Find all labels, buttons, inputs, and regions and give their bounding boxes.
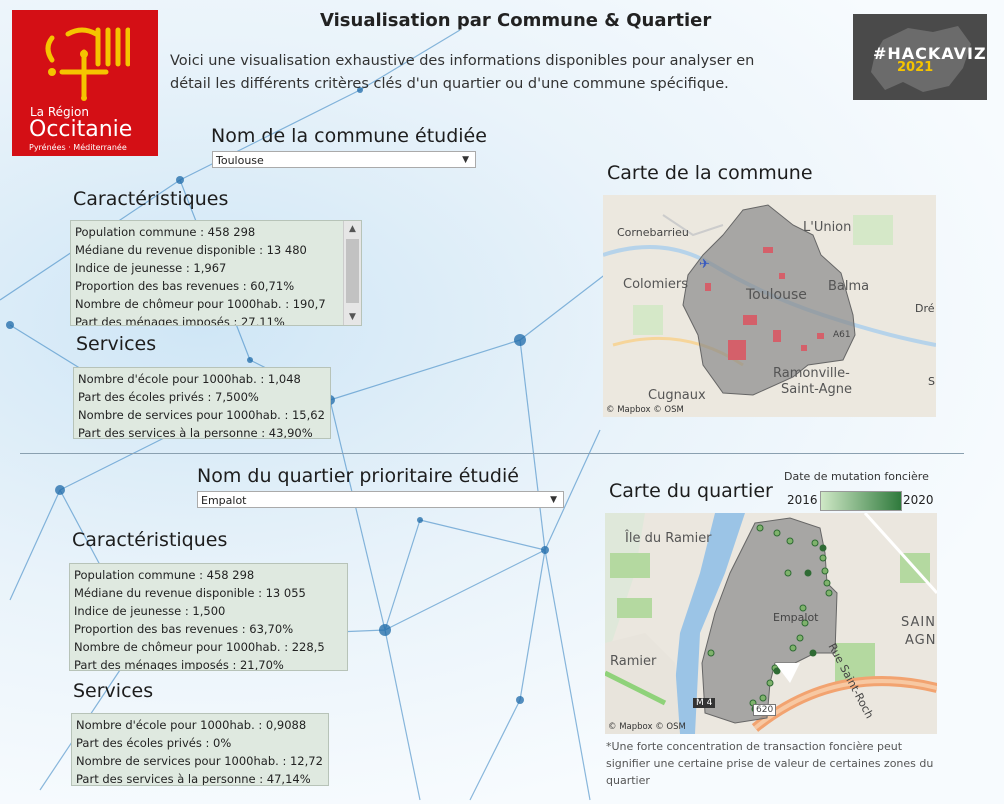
footnote: *Une forte concentration de transaction …	[606, 740, 934, 787]
region-logo-text-2: Occitanie	[29, 117, 133, 142]
map-label: S	[928, 375, 935, 388]
map-credit: © Mapbox © OSM	[606, 405, 684, 415]
map-label: A61	[833, 330, 851, 340]
map-label: AGN	[905, 633, 937, 648]
list-item: Population commune : 458 298	[74, 568, 255, 582]
list-item: Part des écoles privés : 7,500%	[78, 390, 259, 404]
map-label: Ramonville-	[773, 366, 850, 381]
airport-icon: ✈	[699, 257, 710, 272]
map-label: Empalot	[773, 611, 819, 624]
map-credit: © Mapbox © OSM	[608, 722, 686, 732]
list-item: Nombre de services pour 1000hab. : 15,62	[78, 408, 325, 422]
scroll-down-icon[interactable]: ▼	[344, 309, 361, 325]
list-item: Part des écoles privés : 0%	[76, 736, 232, 750]
map-label: Cornebarrieu	[617, 226, 689, 239]
map-label: Cugnaux	[648, 388, 706, 403]
quartier-caracteristiques-title: Caractéristiques	[72, 529, 228, 551]
page-title: Visualisation par Commune & Quartier	[320, 10, 712, 31]
quartier-caracteristiques-box: Population commune : 458 298 Médiane du …	[69, 563, 348, 671]
hackaviz-logo: #HACKAVIZ 2021	[853, 14, 987, 100]
quartier-services-box: Nombre d'école pour 1000hab. : 0,9088 Pa…	[71, 713, 329, 786]
scrollbar[interactable]: ▲ ▼	[343, 221, 361, 325]
map-label: M 4	[693, 698, 716, 708]
list-item: Proportion des bas revenues : 63,70%	[74, 622, 294, 636]
scroll-up-icon[interactable]: ▲	[344, 221, 361, 237]
commune-map-title: Carte de la commune	[607, 162, 813, 184]
intro-text: Voici une visualisation exhaustive des i…	[170, 53, 755, 92]
commune-select[interactable]: Toulouse ▼	[212, 151, 476, 168]
map-label: Ramier	[610, 654, 657, 669]
list-item: Nombre de services pour 1000hab. : 12,72	[76, 754, 323, 768]
commune-caracteristiques-title: Caractéristiques	[73, 188, 229, 210]
scrollbar-thumb[interactable]	[346, 239, 359, 303]
quartier-map-graphic	[605, 513, 937, 734]
commune-services-title: Services	[76, 333, 157, 355]
chevron-down-icon[interactable]: ▼	[462, 152, 469, 169]
quartier-map[interactable]: Île du Ramier Empalot Rue Saint-Roch SAI…	[605, 513, 937, 734]
list-item: Nombre d'école pour 1000hab. : 0,9088	[76, 718, 307, 732]
map-label: SAIN	[901, 615, 936, 630]
list-item: Part des services à la personne : 47,14%	[76, 772, 311, 786]
map-label: L'Union	[803, 220, 852, 235]
quartier-select-value: Empalot	[201, 494, 247, 507]
list-item: Indice de jeunesse : 1,967	[75, 261, 227, 275]
map-label: Dré	[915, 302, 935, 315]
legend-min-label: 2016	[787, 493, 818, 507]
list-item: Médiane du revenue disponible : 13 055	[74, 586, 306, 600]
list-item: Proportion des bas revenues : 60,71%	[75, 279, 295, 293]
map-label: Colomiers	[623, 277, 688, 292]
map-label: Saint-Agne	[781, 382, 852, 397]
chevron-down-icon[interactable]: ▼	[550, 492, 557, 509]
legend-color-ramp	[820, 491, 902, 511]
quartier-select[interactable]: Empalot ▼	[197, 491, 564, 508]
quartier-map-title: Carte du quartier	[609, 480, 773, 502]
occitan-cross-icon	[45, 27, 130, 101]
list-item: Nombre d'école pour 1000hab. : 1,048	[78, 372, 301, 386]
list-item: Indice de jeunesse : 1,500	[74, 604, 226, 618]
map-label: Toulouse	[746, 287, 807, 303]
commune-services-box: Nombre d'école pour 1000hab. : 1,048 Par…	[73, 367, 331, 439]
hackaviz-year: 2021	[897, 60, 934, 75]
list-item: Part des ménages imposés : 21,70%	[74, 658, 284, 671]
legend-max-label: 2020	[903, 493, 934, 507]
map-label: Balma	[828, 279, 870, 294]
region-logo-text-3: Pyrénées · Méditerranée	[29, 143, 127, 152]
section-divider	[20, 453, 964, 454]
commune-select-value: Toulouse	[216, 154, 264, 167]
commune-section-title: Nom de la commune étudiée	[211, 125, 487, 147]
list-item: Médiane du revenue disponible : 13 480	[75, 243, 307, 257]
list-item: Nombre de chômeur pour 1000hab. : 190,7	[75, 297, 326, 311]
commune-caracteristiques-box[interactable]: Population commune : 458 298 Médiane du …	[70, 220, 362, 326]
list-item: Population commune : 458 298	[75, 225, 256, 239]
list-item: Part des services à la personne : 43,90%	[78, 426, 313, 439]
list-item: Nombre de chômeur pour 1000hab. : 228,5	[74, 640, 325, 654]
quartier-services-title: Services	[73, 680, 154, 702]
map-label: Île du Ramier	[625, 531, 712, 546]
commune-map[interactable]: Cornebarrieu L'Union Colomiers Toulouse …	[603, 195, 936, 417]
legend-title: Date de mutation foncière	[784, 470, 929, 483]
region-occitanie-logo: La Région Occitanie Pyrénées · Méditerra…	[12, 10, 158, 156]
map-label: 620	[753, 704, 777, 716]
quartier-section-title: Nom du quartier prioritaire étudié	[197, 465, 519, 487]
list-item: Part des ménages imposés : 27,11%	[75, 315, 285, 326]
